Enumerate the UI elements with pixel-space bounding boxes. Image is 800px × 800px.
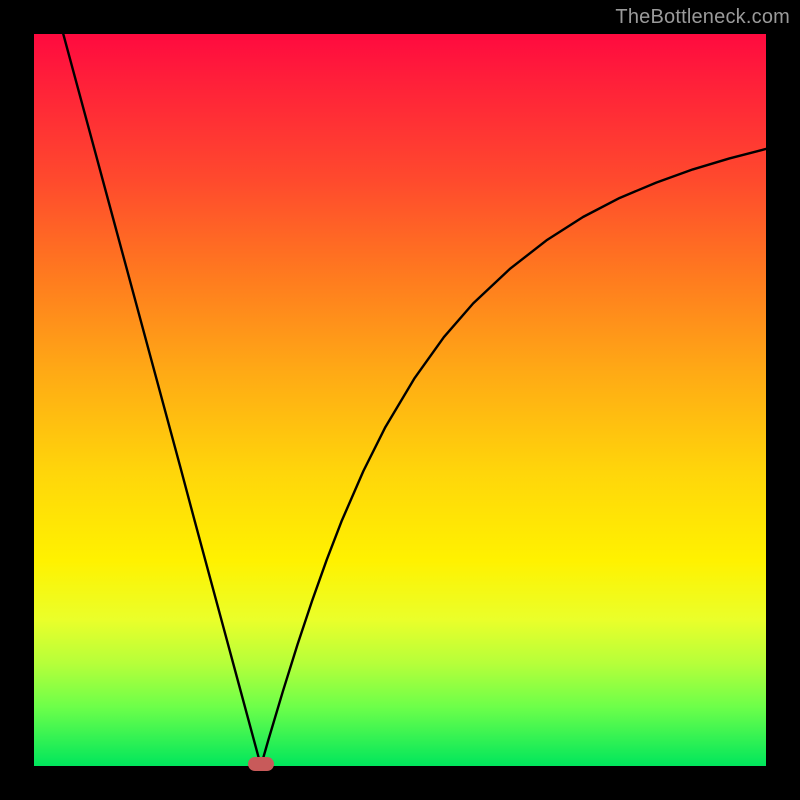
- minimum-marker: [248, 757, 274, 771]
- watermark-text: TheBottleneck.com: [615, 6, 790, 29]
- plot-area: [34, 34, 766, 766]
- curve-right-branch: [261, 149, 766, 766]
- chart-container: TheBottleneck.com: [0, 0, 800, 800]
- curve-left-branch: [63, 34, 261, 766]
- curve-svg: [34, 34, 766, 766]
